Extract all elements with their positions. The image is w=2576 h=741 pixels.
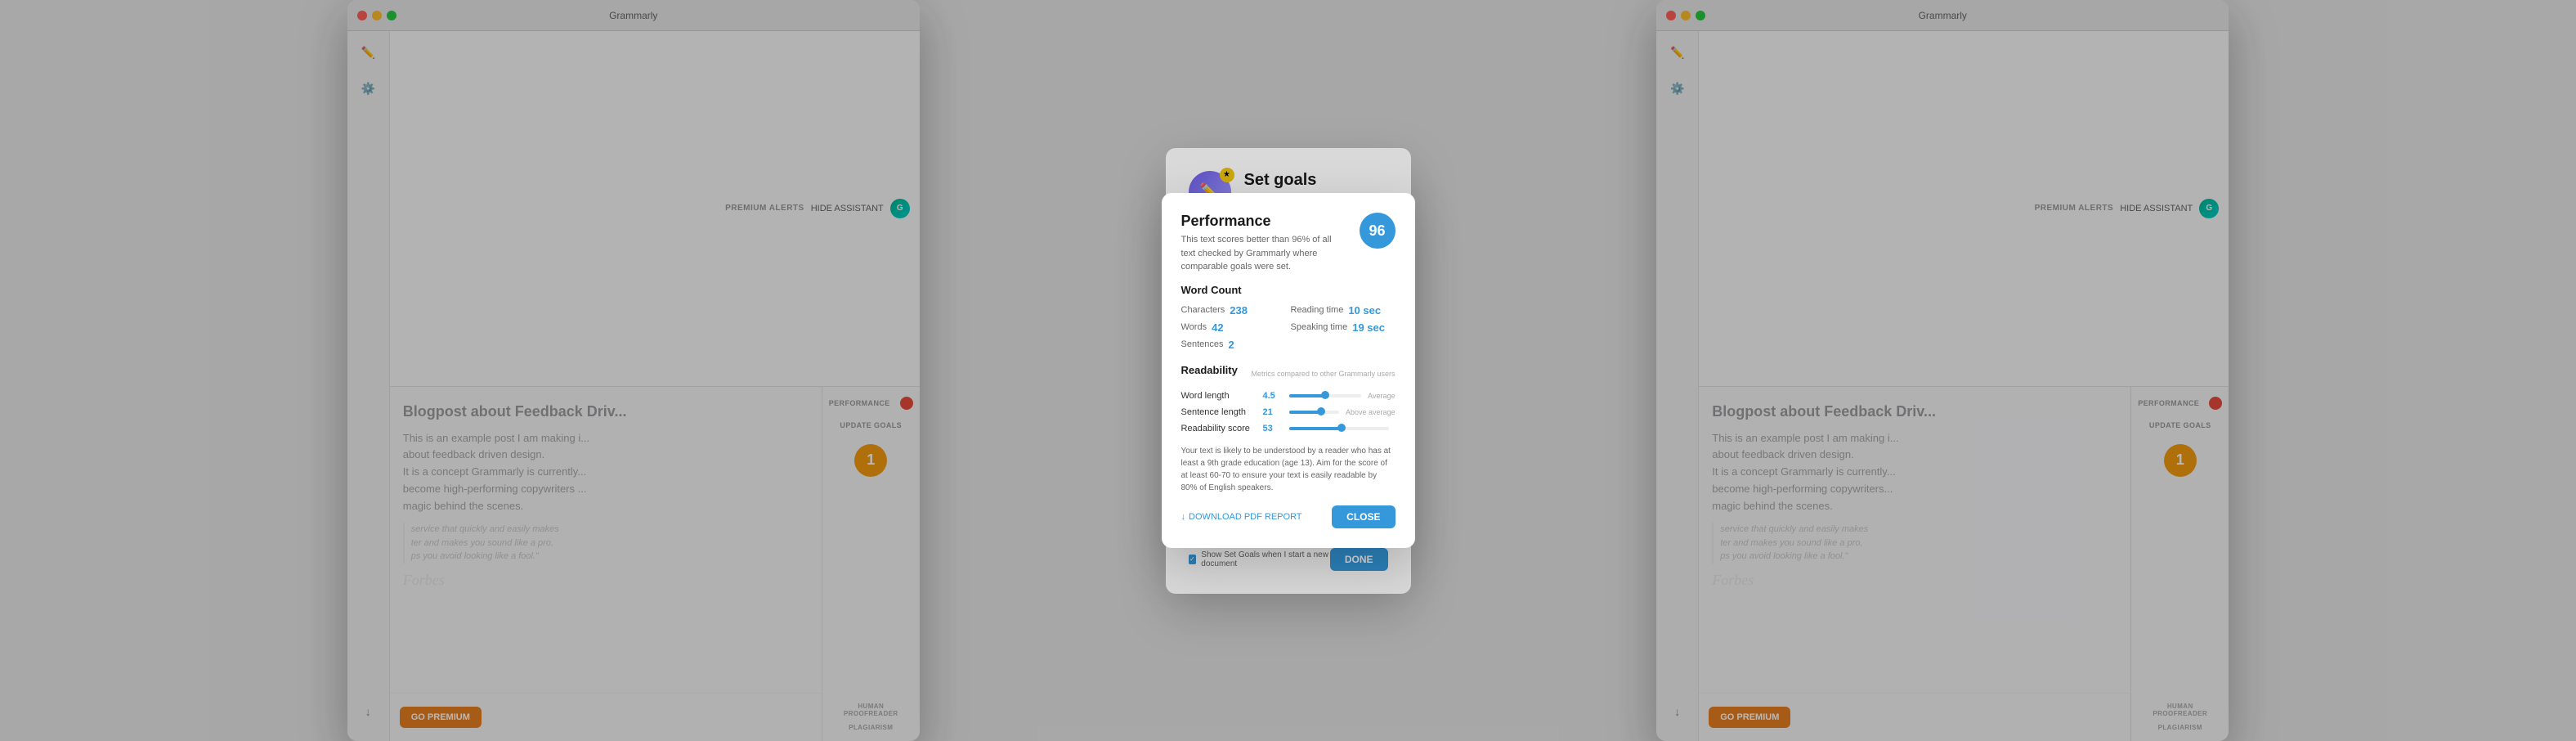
window-2: Grammarly ✏️ ⚙️ ↓ PREMIUM ALERTS HIDE AS… [1656, 0, 2229, 741]
modal-overlay-2: Performance This text scores better than… [1656, 0, 2229, 741]
